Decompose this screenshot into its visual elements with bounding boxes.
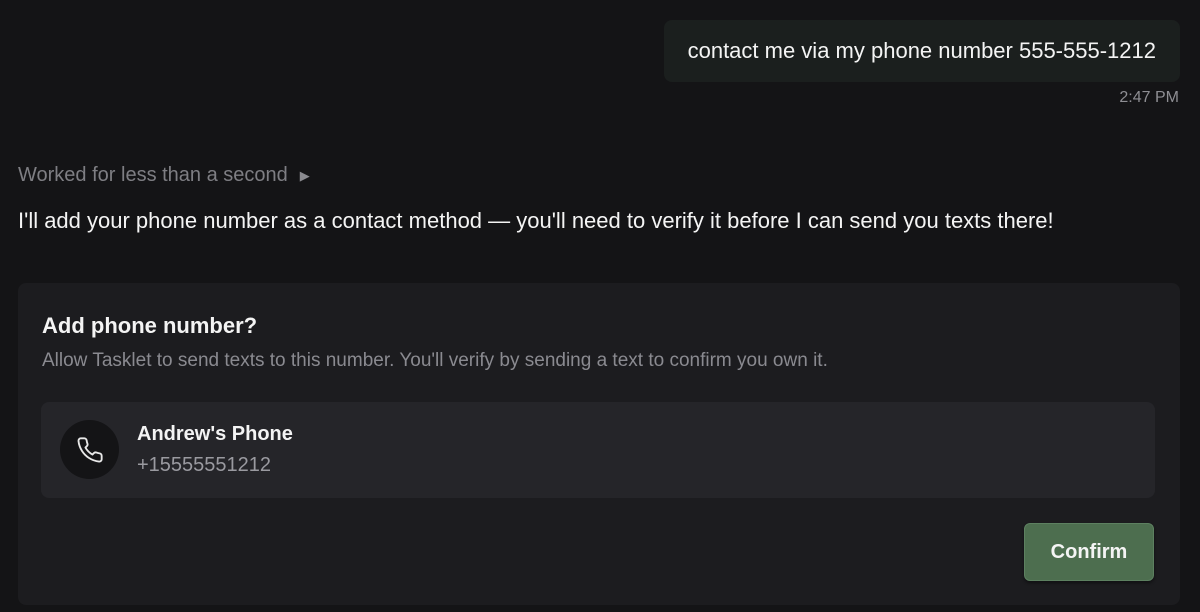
user-message-bubble: contact me via my phone number 555-555-1… bbox=[663, 20, 1180, 82]
phone-icon bbox=[60, 420, 119, 479]
worked-duration-toggle[interactable]: Worked for less than a second ▶ bbox=[18, 164, 310, 187]
contact-number: +15555551212 bbox=[137, 454, 272, 476]
contact-entry: Andrew's Phone +15555551212 bbox=[41, 402, 1155, 498]
confirm-button[interactable]: Confirm bbox=[1024, 523, 1154, 581]
triangle-right-icon: ▶ bbox=[299, 168, 310, 183]
card-description: Allow Tasklet to send texts to this numb… bbox=[42, 350, 828, 371]
worked-duration-label: Worked for less than a second bbox=[18, 164, 288, 186]
contact-name: Andrew's Phone bbox=[137, 423, 293, 445]
assistant-message: I'll add your phone number as a contact … bbox=[18, 208, 1054, 233]
card-title: Add phone number? bbox=[42, 313, 258, 338]
user-message-text: contact me via my phone number 555-555-1… bbox=[687, 38, 1156, 63]
chat-view: contact me via my phone number 555-555-1… bbox=[0, 0, 1200, 612]
message-timestamp: 2:47 PM bbox=[1119, 89, 1179, 106]
add-phone-card: Add phone number? Allow Tasklet to send … bbox=[18, 283, 1180, 605]
